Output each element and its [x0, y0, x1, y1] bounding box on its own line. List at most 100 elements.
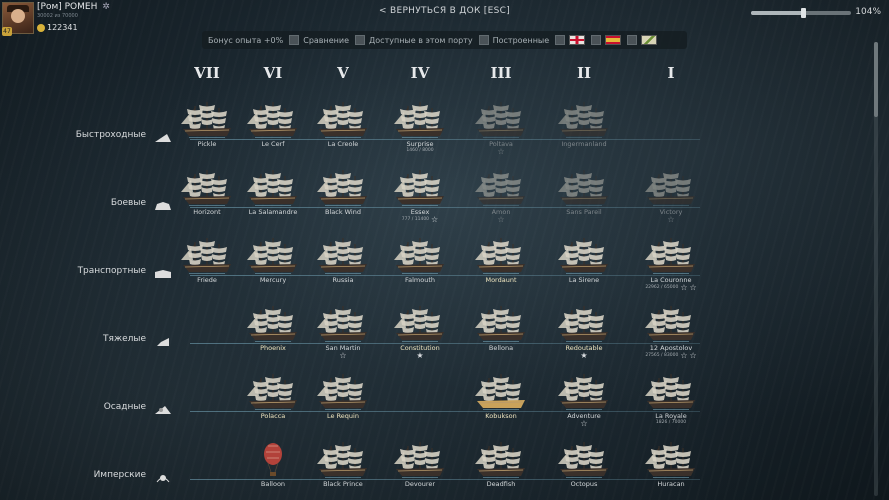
compare-checkbox[interactable] [289, 35, 300, 45]
class-label-4: Тяжелые [103, 334, 146, 344]
nation-filter-uk[interactable] [555, 35, 586, 45]
ship-icon [394, 442, 444, 478]
ship-xp: 777 / 11400 [401, 217, 430, 222]
compare-filter[interactable]: Сравнение [289, 35, 349, 45]
ship-card[interactable]: Polacca [238, 372, 308, 420]
ship-card[interactable]: Kobukson [466, 372, 536, 420]
ship-name: Le Requin [327, 412, 359, 420]
ship-xp: 27565 / 83000 [645, 353, 679, 358]
nation-filter-es[interactable] [591, 35, 622, 45]
class-icon-4 [153, 333, 173, 346]
nation-es-checkbox[interactable] [591, 35, 602, 45]
scrollbar[interactable] [874, 42, 878, 496]
ship-card[interactable]: Le Requin [308, 372, 378, 420]
ship-card[interactable]: Essex 777 / 11400 ☆ [385, 168, 455, 224]
ship-card[interactable]: La Royale 1826 / 70000 [636, 372, 706, 426]
back-to-dock-button[interactable]: < ВЕРНУТЬСЯ В ДОК [ESC] [379, 6, 510, 16]
spain-flag-icon [605, 35, 622, 45]
class-label-2: Боевые [110, 198, 146, 208]
zoom-slider[interactable]: 104% [751, 6, 881, 20]
rank-badge: 47 [2, 27, 12, 36]
zoom-thumb[interactable] [801, 8, 806, 18]
portugal-flag-icon [641, 35, 658, 45]
ship-card[interactable]: 12 Apostolov 27565 / 83000 ☆ ☆ [636, 304, 706, 360]
ship-card[interactable]: Mordaunt [466, 236, 536, 284]
nation-filter-pt[interactable] [627, 35, 658, 45]
nation-pt-checkbox[interactable] [627, 35, 638, 45]
ship-card[interactable]: Balloon [238, 440, 308, 488]
available-filter[interactable]: Доступные в этом порту [355, 35, 473, 45]
star-icon: ☆ [667, 215, 675, 224]
ship-card[interactable]: Devourer [385, 440, 455, 488]
ship-card[interactable]: Black Prince [308, 440, 378, 488]
ship-card[interactable]: Constitution ★ [385, 304, 455, 360]
ship-card[interactable]: Amon ☆ [466, 168, 536, 224]
ship-icon [475, 238, 525, 274]
ship-icon [394, 306, 444, 342]
ship-card[interactable]: Octopus [549, 440, 619, 488]
scroll-thumb[interactable] [874, 42, 878, 117]
ship-card[interactable]: Black Wind [308, 168, 378, 216]
ship-icon [558, 306, 608, 342]
filter-bar: Бонус опыта +0% Сравнение Доступные в эт… [202, 31, 687, 49]
ship-card[interactable]: La Creole [308, 100, 378, 148]
built-label: Построенные [492, 35, 550, 45]
ship-icon [394, 238, 444, 274]
ship-card[interactable]: Pickle [172, 100, 242, 148]
ship-card[interactable]: Mercury [238, 236, 308, 284]
ship-card[interactable]: Victory ☆ [636, 168, 706, 224]
ship-card[interactable]: Surprise 1460 / 8000 [385, 100, 455, 154]
ship-xp: 22962 / 65000 [645, 285, 679, 290]
zoom-track[interactable] [751, 8, 851, 18]
ship-name: Mercury [259, 276, 287, 284]
class-icon-5 [153, 401, 173, 414]
ship-name: Falmouth [404, 276, 436, 284]
player-gold: 122341 [47, 23, 78, 32]
ship-icon [317, 102, 367, 138]
ship-icon [247, 170, 297, 206]
built-checkbox[interactable] [478, 35, 489, 45]
ship-icon [475, 102, 525, 138]
ship-name: Surprise [406, 140, 434, 148]
ship-card[interactable]: Adventure ☆ [549, 372, 619, 428]
ship-card[interactable]: Poltava ☆ [466, 100, 536, 156]
xp-bonus-label: Бонус опыта +0% [208, 35, 284, 45]
ship-card[interactable]: Phoenix [238, 304, 308, 352]
ship-card[interactable]: Le Cerf [238, 100, 308, 148]
ship-icon [558, 374, 608, 410]
star-icon: ☆ [689, 351, 697, 360]
ship-card[interactable]: Huracan [636, 440, 706, 488]
star-icon: ☆ [339, 351, 347, 360]
ship-name: Phoenix [260, 344, 286, 352]
star-icon: ☆ [680, 283, 688, 292]
ship-card[interactable]: La Couronne 22962 / 65000 ☆ ☆ [636, 236, 706, 292]
ship-card[interactable]: Friede [172, 236, 242, 284]
ship-card[interactable]: San Martin ☆ [308, 304, 378, 360]
class-label-6: Имперские [93, 470, 146, 480]
ship-icon [645, 306, 695, 342]
available-checkbox[interactable] [355, 35, 366, 45]
star-icon: ☆ [431, 215, 439, 224]
nation-uk-checkbox[interactable] [555, 35, 566, 45]
uk-flag-icon [569, 35, 586, 45]
ship-icon [317, 170, 367, 206]
built-filter[interactable]: Построенные [478, 35, 550, 45]
ship-icon [181, 102, 231, 138]
ship-name: Sans Pareil [566, 208, 602, 216]
ship-icon [247, 102, 297, 138]
ship-card[interactable]: Deadfish [466, 440, 536, 488]
tier-header-5: III [490, 64, 512, 82]
ship-card[interactable]: Russia [308, 236, 378, 284]
ship-card[interactable]: Sans Pareil [549, 168, 619, 216]
ship-icon [317, 442, 367, 478]
ship-card[interactable]: La Salamandre [238, 168, 308, 216]
ship-name: Black Prince [323, 480, 363, 488]
ship-card[interactable]: Falmouth [385, 236, 455, 284]
ship-card[interactable]: Redoutable ★ [549, 304, 619, 360]
ship-card[interactable]: La Sirene [549, 236, 619, 284]
ship-name: Ingermanland [561, 140, 607, 148]
ship-icon [645, 238, 695, 274]
ship-card[interactable]: Ingermanland [549, 100, 619, 148]
ship-card[interactable]: Horizont [172, 168, 242, 216]
ship-card[interactable]: Bellona [466, 304, 536, 352]
